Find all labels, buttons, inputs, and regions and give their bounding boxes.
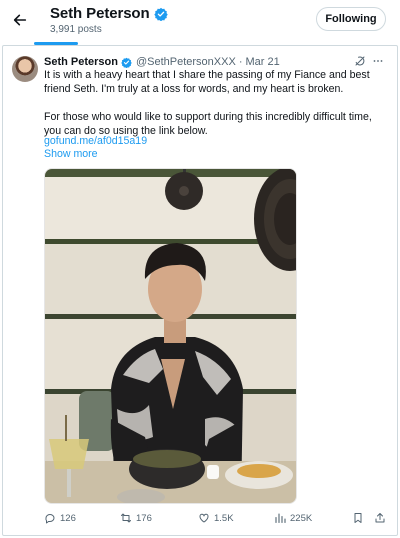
- posts-count: 3,991 posts: [50, 24, 102, 35]
- repost-count: 176: [136, 512, 152, 524]
- tweet-paragraph: It is with a heavy heart that I share th…: [44, 69, 370, 95]
- avatar[interactable]: [12, 56, 38, 82]
- verified-badge-icon: [121, 57, 132, 68]
- separator-dot: ·: [238, 56, 243, 68]
- tweet-author-handle[interactable]: @SethPetersonXXX: [136, 56, 236, 68]
- tweet-paragraph: For those who would like to support duri…: [44, 111, 372, 137]
- reply-count: 126: [60, 512, 76, 524]
- profile-name: Seth Peterson: [50, 5, 168, 22]
- repost-button[interactable]: 176: [120, 512, 152, 524]
- repost-icon: [121, 513, 131, 523]
- verified-badge-icon: [153, 7, 168, 21]
- tweet-text: It is with a heavy heart that I share th…: [44, 68, 390, 138]
- profile-name-text: Seth Peterson: [50, 5, 150, 22]
- tweet-action-bar: 126 176 1.5K 225K: [44, 512, 388, 530]
- reply-icon: [45, 514, 55, 524]
- bookmark-icon: [354, 513, 362, 523]
- tweet-author-name[interactable]: Seth Peterson: [44, 56, 118, 68]
- tweet-photo[interactable]: [44, 168, 297, 504]
- back-arrow-icon: [13, 14, 27, 26]
- share-button[interactable]: [374, 512, 390, 524]
- views-icon: [275, 513, 286, 524]
- grok-icon[interactable]: [354, 55, 366, 67]
- photo-illustration: [45, 169, 296, 503]
- tweet-header: Seth Peterson @SethPetersonXXX · Mar 21: [44, 56, 280, 68]
- views-button[interactable]: 225K: [274, 512, 312, 524]
- tweet-date[interactable]: Mar 21: [245, 56, 279, 68]
- back-button[interactable]: [8, 8, 32, 32]
- more-icon[interactable]: [372, 55, 384, 67]
- gofundme-link[interactable]: gofund.me/af0d15a19: [44, 135, 147, 147]
- like-count: 1.5K: [214, 512, 234, 524]
- profile-header: Seth Peterson 3,991 posts Following: [0, 0, 400, 45]
- show-more-link[interactable]: Show more: [44, 148, 98, 160]
- like-icon: [199, 513, 209, 523]
- following-button[interactable]: Following: [316, 7, 386, 31]
- views-count: 225K: [290, 512, 313, 524]
- reply-button[interactable]: 126: [44, 512, 76, 524]
- bookmark-button[interactable]: [352, 512, 368, 524]
- share-icon: [375, 513, 385, 523]
- like-button[interactable]: 1.5K: [198, 512, 234, 524]
